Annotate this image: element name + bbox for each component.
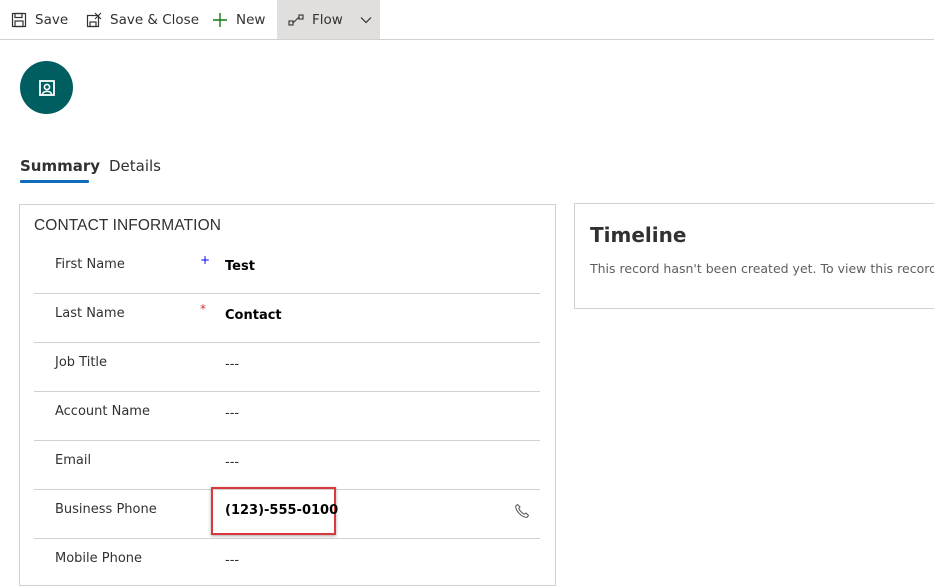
- flow-icon: [288, 12, 304, 28]
- business-phone-input[interactable]: (123)-555-0100: [225, 503, 338, 518]
- plus-icon: [212, 12, 228, 28]
- timeline-title: Timeline: [590, 223, 687, 247]
- contact-card-icon: [38, 79, 55, 96]
- new-label: New: [236, 11, 266, 28]
- job-title-input[interactable]: ---: [225, 357, 239, 372]
- field-first-name[interactable]: First Name + Test: [34, 244, 540, 294]
- mobile-phone-input[interactable]: ---: [225, 553, 239, 568]
- contact-avatar[interactable]: [20, 61, 73, 114]
- phone-icon[interactable]: [514, 503, 530, 519]
- flow-button[interactable]: Flow: [277, 0, 380, 39]
- field-label: Business Phone: [55, 502, 157, 517]
- tab-details[interactable]: Details: [109, 157, 161, 175]
- new-button[interactable]: New: [212, 0, 265, 39]
- field-label: Last Name: [55, 306, 125, 321]
- chevron-down-icon[interactable]: [359, 13, 373, 27]
- field-label: Account Name: [55, 404, 150, 419]
- save-and-close-label: Save & Close: [110, 11, 200, 28]
- account-name-lookup[interactable]: ---: [225, 406, 239, 421]
- field-job-title[interactable]: Job Title ---: [34, 342, 540, 392]
- section-title: CONTACT INFORMATION: [34, 217, 222, 234]
- active-tab-indicator: [20, 180, 89, 183]
- last-name-input[interactable]: Contact: [225, 308, 282, 323]
- recommended-marker: +: [200, 253, 211, 267]
- first-name-input[interactable]: Test: [225, 259, 255, 274]
- timeline-panel: Timeline This record hasn't been created…: [574, 203, 934, 309]
- field-last-name[interactable]: Last Name * Contact: [34, 293, 540, 343]
- field-label: First Name: [55, 257, 125, 272]
- flow-label: Flow: [312, 11, 343, 28]
- save-and-close-icon: [86, 12, 102, 28]
- field-mobile-phone[interactable]: Mobile Phone ---: [34, 538, 540, 587]
- save-icon: [11, 12, 27, 28]
- field-label: Email: [55, 453, 92, 468]
- field-email[interactable]: Email ---: [34, 440, 540, 490]
- required-marker: *: [200, 302, 206, 316]
- save-button[interactable]: Save: [11, 0, 68, 39]
- field-label: Mobile Phone: [55, 551, 143, 566]
- tab-summary[interactable]: Summary: [20, 157, 100, 175]
- email-input[interactable]: ---: [225, 455, 239, 470]
- timeline-message: This record hasn't been created yet. To …: [590, 261, 934, 276]
- save-and-close-button[interactable]: Save & Close: [86, 0, 199, 39]
- save-label: Save: [35, 11, 69, 28]
- field-account-name[interactable]: Account Name ---: [34, 391, 540, 441]
- field-label: Job Title: [55, 355, 108, 370]
- command-bar: Save Save & Close New Flow: [0, 0, 934, 40]
